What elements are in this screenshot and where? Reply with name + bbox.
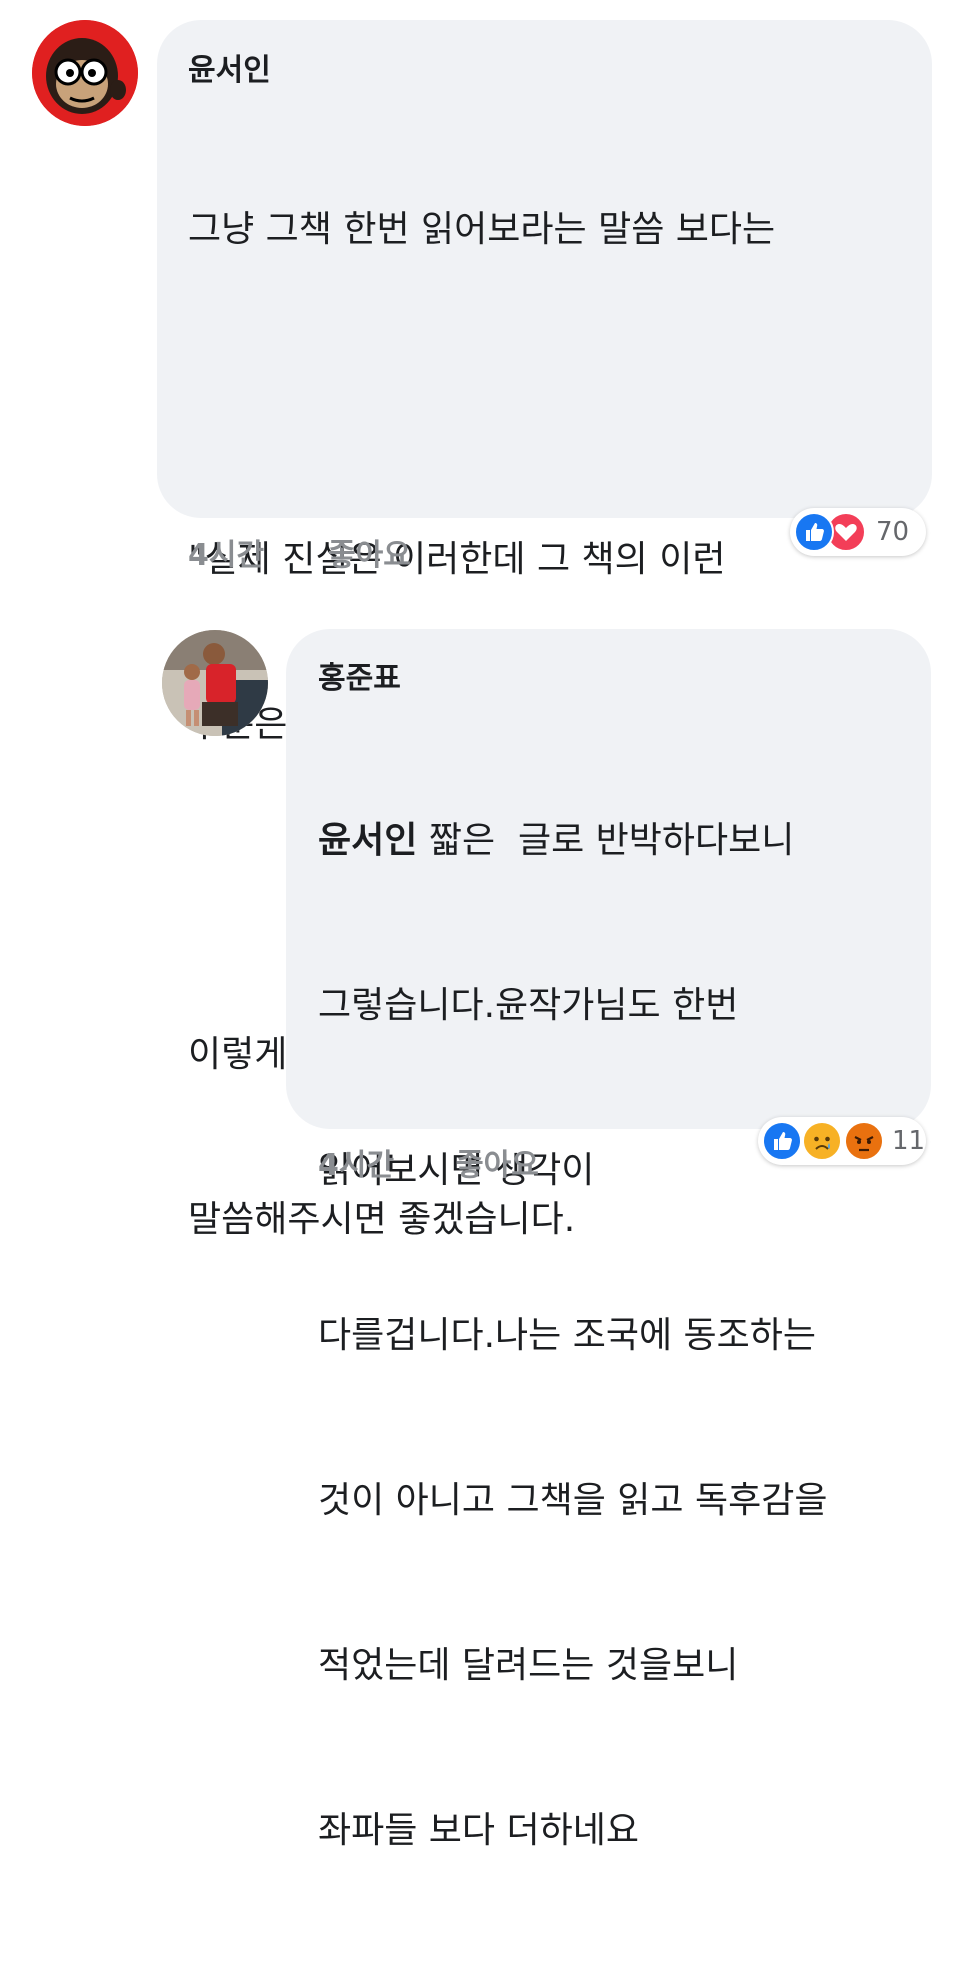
sad-icon [802, 1121, 842, 1161]
comment-line: 것이 아니고 그책을 읽고 독후감을 [318, 1480, 828, 1521]
comment-line: ​ [188, 367, 775, 422]
like-icon [762, 1121, 802, 1161]
mention-link[interactable]: 윤서인 [318, 820, 417, 861]
comment-timestamp[interactable]: 4시간 [318, 1140, 394, 1184]
comment-line-text: 짧은 글로 반박하다보니 [417, 820, 795, 861]
comment-line: 그냥 그책 한번 읽어보라는 말씀 보다는 [188, 209, 776, 250]
like-link[interactable]: 좋아요 [456, 1140, 539, 1184]
reaction-summary[interactable]: 70 [790, 508, 926, 556]
photo-avatar-icon [162, 630, 268, 736]
comment-text: 윤서인 짧은 글로 반박하다보니 그렇습니다.윤작가님도 한번 읽어보시면 생각… [318, 703, 827, 1968]
comment-line: 그렇습니다.윤작가님도 한번 [318, 985, 739, 1026]
comment-author[interactable]: 홍준표 [318, 653, 401, 697]
reaction-count: 70 [876, 517, 910, 547]
like-link[interactable]: 좋아요 [328, 530, 411, 574]
comment-line: 좌파들 보다 더하네요 [318, 1810, 639, 1851]
comment-author[interactable]: 윤서인 [188, 45, 271, 89]
comment-line: 다를겁니다.나는 조국에 동조하는 [318, 1315, 817, 1356]
comment-line: "실제 진실은 이러한데 그 책의 이런 [188, 539, 726, 580]
angry-icon [844, 1121, 884, 1161]
comment-line: 적었는데 달려드는 것을보니 [318, 1645, 739, 1686]
reaction-count: 11 [892, 1126, 926, 1156]
comment-line: 윤서인 짧은 글로 반박하다보니 [318, 813, 827, 868]
avatar[interactable] [32, 20, 138, 126]
comment-line: 읽어보시면 생각이 [318, 1150, 595, 1191]
reaction-summary[interactable]: 11 [758, 1117, 926, 1165]
avatar[interactable] [162, 630, 268, 736]
like-icon [794, 512, 834, 552]
comment-timestamp[interactable]: 4시간 [188, 530, 264, 574]
cartoon-avatar-icon [32, 20, 138, 126]
